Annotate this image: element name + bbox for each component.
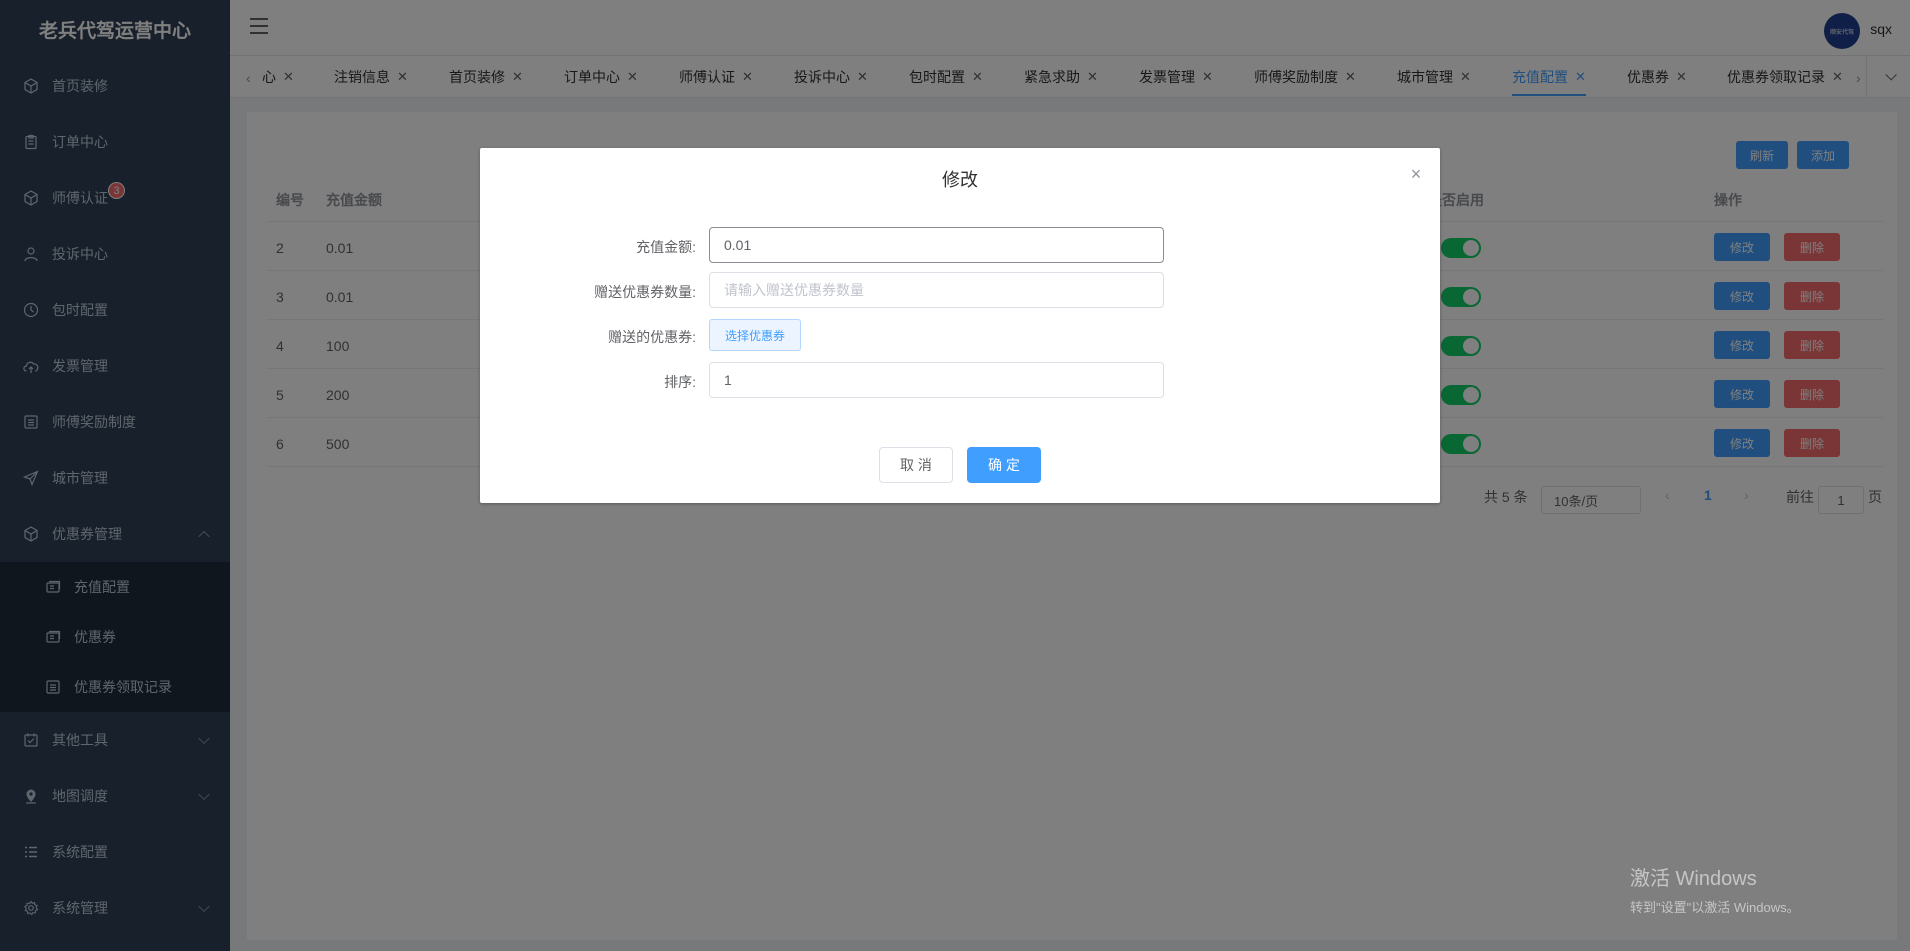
coupon-count-label: 赠送优惠券数量: — [594, 284, 696, 300]
amount-input[interactable]: 0.01 — [709, 227, 1164, 263]
close-icon[interactable]: × — [1408, 165, 1424, 183]
watermark-line1: 激活 Windows — [1630, 868, 1757, 890]
windows-watermark: 激活 Windows 转到"设置"以激活 Windows。 — [1630, 862, 1800, 916]
watermark-line2: 转到"设置"以激活 Windows。 — [1630, 900, 1800, 915]
select-coupon-button[interactable]: 选择优惠券 — [709, 319, 802, 351]
coupon-label: 赠送的优惠券: — [608, 329, 696, 345]
sort-label: 排序: — [664, 374, 696, 390]
edit-dialog: 修改 × 充值金额: 0.01 赠送优惠券数量: 请输入赠送优惠券数量 赠送的优… — [480, 148, 1440, 503]
cancel-button[interactable]: 取 消 — [879, 447, 953, 483]
dialog-title: 修改 — [942, 170, 978, 190]
sort-input[interactable]: 1 — [709, 362, 1164, 398]
coupon-count-input[interactable]: 请输入赠送优惠券数量 — [709, 272, 1164, 308]
amount-label: 充值金额: — [636, 239, 696, 255]
confirm-button[interactable]: 确 定 — [967, 447, 1041, 483]
